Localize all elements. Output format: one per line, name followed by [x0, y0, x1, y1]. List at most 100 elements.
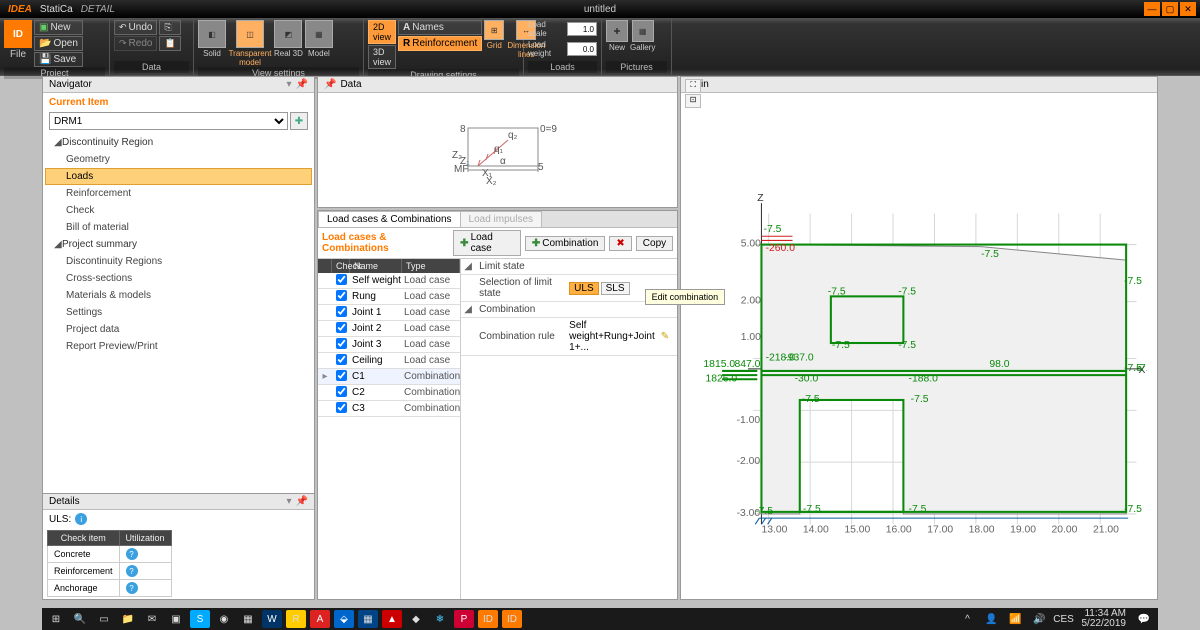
redo-button[interactable]: ↷ Redo — [114, 36, 157, 51]
model-icon[interactable]: ▦ — [305, 20, 333, 48]
start-button[interactable]: ⊞ — [46, 610, 66, 628]
current-item-select[interactable]: DRM1 — [49, 112, 288, 130]
structural-plot[interactable]: ZX — [691, 97, 1147, 589]
add-loadcase-button[interactable]: ✚Load case — [453, 230, 521, 256]
app-icon[interactable]: ▦ — [238, 610, 258, 628]
tab-impulses[interactable]: Load impulses — [460, 211, 542, 227]
edit-combination-button[interactable]: ✎ — [657, 331, 673, 342]
tree-bom[interactable]: Bill of material — [45, 219, 312, 236]
tree-header-summary[interactable]: ◢Project summary — [45, 236, 312, 253]
tray-lang[interactable]: CES — [1054, 610, 1074, 628]
loadcase-row[interactable]: C3Combination — [318, 401, 460, 417]
rhino-icon[interactable]: R — [286, 610, 306, 628]
tree-header-region[interactable]: ◢Discontinuity Region — [45, 134, 312, 151]
search-button[interactable]: 🔍 — [70, 610, 90, 628]
copy-button[interactable]: ⎘ — [159, 20, 180, 35]
tree-regions[interactable]: Discontinuity Regions — [45, 253, 312, 270]
expander-icon[interactable]: ◢ — [461, 304, 475, 315]
check-concrete[interactable]: Concrete — [48, 546, 120, 563]
data-pin-icon[interactable]: 📌 — [324, 79, 336, 90]
autocad-icon[interactable]: A — [310, 610, 330, 628]
loadcase-row[interactable]: Joint 2Load case — [318, 321, 460, 337]
grid-icon[interactable]: ⊞ — [484, 20, 504, 40]
tray-people-icon[interactable]: 👤 — [982, 610, 1002, 628]
loadcase-checkbox[interactable] — [336, 354, 347, 365]
vs-icon[interactable]: ⬙ — [334, 610, 354, 628]
loadcase-row[interactable]: Self weightLoad case — [318, 273, 460, 289]
loadcase-checkbox[interactable] — [336, 402, 347, 413]
new-button[interactable]: ▣New — [34, 20, 83, 35]
tree-report[interactable]: Report Preview/Print — [45, 338, 312, 355]
word-icon[interactable]: W — [262, 610, 282, 628]
tree-materials[interactable]: Materials & models — [45, 287, 312, 304]
tree-check[interactable]: Check — [45, 202, 312, 219]
ideastatica-icon[interactable]: ID — [478, 610, 498, 628]
view2d-button[interactable]: 2D view — [368, 20, 396, 44]
totalcmd-icon[interactable]: ▣ — [166, 610, 186, 628]
info-icon[interactable]: i — [75, 513, 87, 525]
sls-button[interactable]: SLS — [601, 282, 630, 295]
transparent-icon[interactable]: ◫ — [236, 20, 264, 48]
loadcase-checkbox[interactable] — [336, 306, 347, 317]
tree-loads[interactable]: Loads — [45, 168, 312, 185]
minimize-button[interactable]: — — [1144, 2, 1160, 16]
info-icon[interactable]: ? — [126, 565, 138, 577]
add-item-button[interactable]: ✚ — [290, 112, 308, 130]
info-icon[interactable]: ? — [126, 582, 138, 594]
notifications-icon[interactable]: 💬 — [1134, 610, 1154, 628]
taskview-button[interactable]: ▭ — [94, 610, 114, 628]
loadcase-row[interactable]: CeilingLoad case — [318, 353, 460, 369]
paste-button[interactable]: 📋 — [159, 36, 180, 51]
skype-icon[interactable]: S — [190, 610, 210, 628]
clock[interactable]: 11:34 AM5/22/2019 — [1078, 609, 1131, 629]
delete-button[interactable]: ✖ — [609, 236, 631, 251]
names-button[interactable]: A Names — [398, 20, 482, 35]
zoom-fit-button[interactable]: ⛶ — [685, 79, 701, 93]
loadcase-row[interactable]: RungLoad case — [318, 289, 460, 305]
save-button[interactable]: 💾Save — [34, 52, 83, 67]
loadcase-checkbox[interactable] — [336, 290, 347, 301]
copy-button[interactable]: Copy — [636, 236, 673, 251]
details-pin-icon[interactable]: 📌 — [296, 496, 308, 507]
tree-crosssections[interactable]: Cross-sections — [45, 270, 312, 287]
undo-button[interactable]: ↶ Undo — [114, 20, 157, 35]
info-icon[interactable]: ? — [126, 548, 138, 560]
tray-network-icon[interactable]: 📶 — [1006, 610, 1026, 628]
add-combination-button[interactable]: ✚Combination — [525, 236, 606, 251]
open-button[interactable]: 📂Open — [34, 36, 83, 51]
uls-button[interactable]: ULS — [569, 282, 598, 295]
load-weight-input[interactable] — [567, 42, 597, 56]
app3-icon[interactable]: ◆ — [406, 610, 426, 628]
expander-icon[interactable]: ◢ — [461, 261, 475, 272]
snow-icon[interactable]: ❄ — [430, 610, 450, 628]
tree-settings[interactable]: Settings — [45, 304, 312, 321]
tray-volume-icon[interactable]: 🔊 — [1030, 610, 1050, 628]
check-anchorage[interactable]: Anchorage — [48, 580, 120, 597]
loadcase-row[interactable]: Joint 1Load case — [318, 305, 460, 321]
load-scale-input[interactable] — [567, 22, 597, 36]
loadcase-checkbox[interactable] — [336, 338, 347, 349]
tree-geometry[interactable]: Geometry — [45, 151, 312, 168]
view3d-button[interactable]: 3D view — [368, 45, 396, 69]
loadcase-row[interactable]: ▸C1Combination — [318, 369, 460, 385]
outlook-icon[interactable]: ✉ — [142, 610, 162, 628]
loadcase-row[interactable]: Joint 3Load case — [318, 337, 460, 353]
solid-icon[interactable]: ◧ — [198, 20, 226, 48]
app-logo-button[interactable]: ID — [4, 20, 32, 48]
tab-loadcases[interactable]: Load cases & Combinations — [318, 211, 461, 227]
ideastatica2-icon[interactable]: ID — [502, 610, 522, 628]
explorer-icon[interactable]: 📁 — [118, 610, 138, 628]
pdf-icon[interactable]: ▲ — [382, 610, 402, 628]
tree-reinforcement[interactable]: Reinforcement — [45, 185, 312, 202]
chrome-icon[interactable]: ◉ — [214, 610, 234, 628]
ppt-icon[interactable]: P — [454, 610, 474, 628]
app2-icon[interactable]: ▦ — [358, 610, 378, 628]
tray-up-icon[interactable]: ^ — [958, 610, 978, 628]
gallery-icon[interactable]: ▦ — [632, 20, 654, 42]
loadcase-checkbox[interactable] — [336, 274, 347, 285]
details-dropdown-icon[interactable]: ▾ — [287, 496, 292, 507]
close-button[interactable]: ✕ — [1180, 2, 1196, 16]
nav-dropdown-icon[interactable]: ▾ — [287, 79, 292, 90]
loadcase-checkbox[interactable] — [336, 322, 347, 333]
check-reinforcement[interactable]: Reinforcement — [48, 563, 120, 580]
